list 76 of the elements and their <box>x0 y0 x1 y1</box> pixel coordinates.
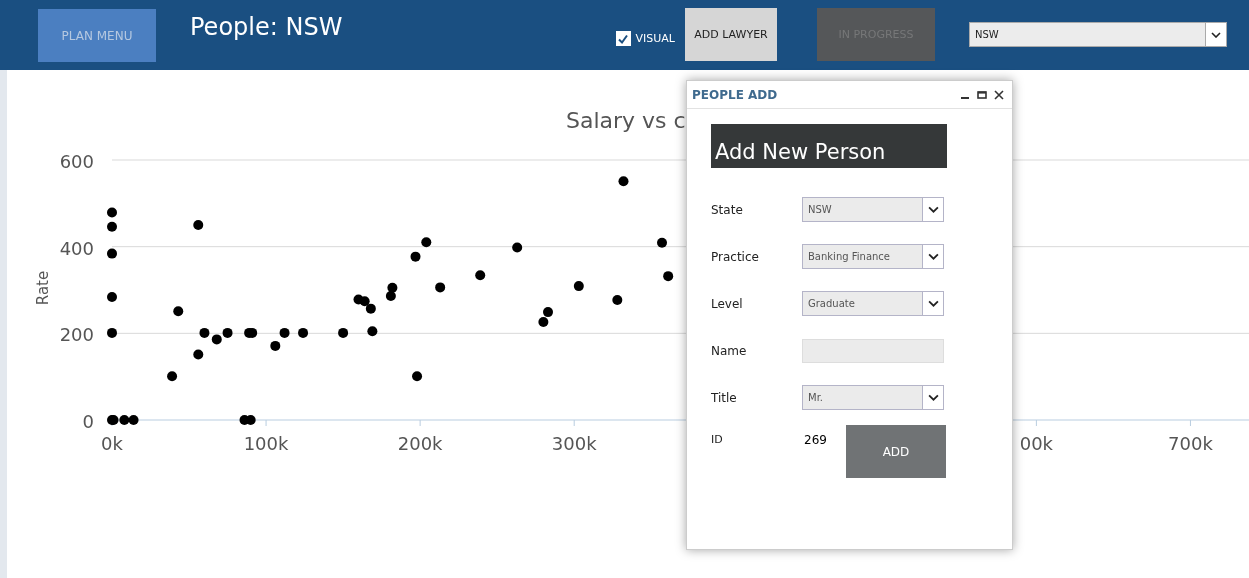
data-point <box>657 237 667 248</box>
dialog-title: PEOPLE ADD <box>692 87 778 102</box>
data-point <box>167 371 178 382</box>
data-point <box>173 306 184 317</box>
y-tick-label: 600 <box>59 151 94 172</box>
id-label: ID <box>711 433 724 446</box>
chevron-down-icon[interactable] <box>927 394 939 401</box>
data-point <box>359 296 370 307</box>
field-label: Level <box>711 296 744 311</box>
chevron-down-icon[interactable] <box>927 300 939 307</box>
data-point <box>211 334 222 345</box>
data-point <box>410 251 421 262</box>
data-point <box>107 207 117 218</box>
y-tick-label: 0 <box>82 411 94 432</box>
data-point <box>107 327 117 338</box>
visual-checkbox[interactable] <box>615 31 631 46</box>
y-tick-label: 400 <box>59 237 94 259</box>
y-tick-label: 200 <box>59 324 94 346</box>
data-point <box>387 282 398 293</box>
data-point <box>119 415 130 425</box>
state-dropdown[interactable]: NSW <box>969 22 1227 47</box>
x-tick-label: 100k <box>243 433 289 454</box>
id-value: 269 <box>804 433 828 447</box>
x-tick-label: 200k <box>397 433 443 454</box>
x-tick-label: 00k <box>1019 433 1054 454</box>
header-button[interactable]: ADD LAWYER <box>685 8 777 61</box>
field-label: Practice <box>711 249 760 264</box>
data-point <box>412 371 423 382</box>
data-point <box>193 220 204 230</box>
close-icon[interactable] <box>994 89 1004 100</box>
data-point <box>663 271 674 282</box>
data-point <box>245 415 256 425</box>
form-heading: Add New Person <box>711 124 947 168</box>
data-point <box>538 317 549 328</box>
x-tick-label: 300k <box>551 433 597 454</box>
y-axis-label: Rate <box>34 270 52 306</box>
field-label: Name <box>711 343 748 358</box>
data-point <box>367 326 378 337</box>
chart-title: Salary vs c <box>566 108 686 133</box>
data-point <box>435 282 446 293</box>
data-point <box>107 221 117 232</box>
x-tick-label: 700k <box>1168 433 1213 454</box>
field-label: Title <box>711 390 738 405</box>
select-field[interactable]: Graduate <box>802 291 944 316</box>
maximize-icon[interactable] <box>977 89 987 100</box>
select-field[interactable]: Banking Finance <box>802 244 944 269</box>
data-point <box>573 281 584 292</box>
add-button[interactable]: ADD <box>846 425 946 478</box>
x-tick-label: 0k <box>101 433 123 454</box>
select-field[interactable]: NSW <box>802 197 944 222</box>
data-point <box>270 340 281 351</box>
data-point <box>279 327 290 338</box>
data-point <box>618 176 629 187</box>
chevron-down-icon[interactable] <box>1211 31 1221 38</box>
data-point <box>512 242 523 253</box>
data-point <box>338 327 349 338</box>
data-point <box>298 327 309 338</box>
page-title: People: NSW <box>190 13 343 41</box>
data-point <box>107 248 117 259</box>
data-point <box>612 294 623 305</box>
data-point <box>543 307 553 318</box>
visual-label: VISUAL <box>635 32 675 45</box>
name-input[interactable] <box>802 338 944 363</box>
field-label: State <box>711 202 744 217</box>
data-point <box>193 349 204 360</box>
data-point <box>385 291 396 302</box>
data-point <box>107 291 117 302</box>
data-point <box>199 327 210 338</box>
chevron-down-icon[interactable] <box>927 253 939 260</box>
data-point <box>128 415 139 425</box>
data-point <box>475 270 486 281</box>
data-point <box>365 303 376 314</box>
chevron-down-icon[interactable] <box>927 206 939 213</box>
data-point <box>222 327 233 338</box>
select-field[interactable]: Mr. <box>802 385 944 410</box>
data-point <box>421 237 432 248</box>
